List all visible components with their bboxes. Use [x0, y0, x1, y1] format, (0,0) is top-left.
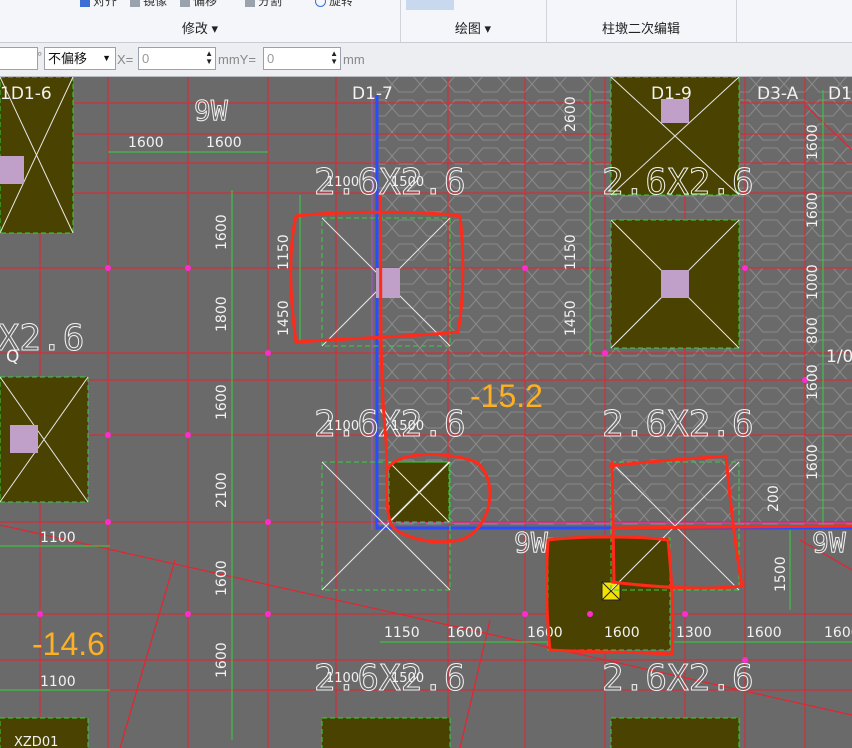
dim-text: 1450 — [276, 300, 292, 336]
pile-cap[interactable] — [610, 717, 740, 748]
dim-text: 1600 — [128, 135, 164, 151]
dim-text: 800 — [805, 317, 821, 344]
offset-mode-select[interactable]: 不偏移 ▼ — [44, 47, 116, 70]
modify-group-label[interactable]: 修改 ▾ — [0, 18, 400, 37]
dim-text: 1600 — [214, 560, 230, 596]
dim-text: 200 — [766, 485, 782, 512]
dim-text: 1600 — [805, 444, 821, 480]
dim-text: 1600 — [447, 625, 483, 641]
dim-text: 1600 — [214, 384, 230, 420]
angle-input[interactable] — [0, 47, 38, 70]
elevation-label: -15.2 — [470, 378, 543, 414]
dim-text: 1450 — [563, 300, 579, 336]
drawing-canvas[interactable]: 1D1-6 D1-7 D1-9 D3-A D1 2.6X2.6 2.6X2.6 … — [0, 77, 852, 748]
split-icon — [245, 0, 255, 7]
draw-group-label[interactable]: 绘图 ▾ — [400, 18, 546, 37]
mirror-icon — [130, 0, 140, 7]
dim-text: 2600 — [563, 96, 579, 132]
offset-mode-value: 不偏移 — [48, 51, 88, 66]
y-value: 0 — [267, 51, 275, 66]
y-input[interactable]: 0 ▲ ▼ — [263, 47, 341, 70]
dim-text: 1500 — [391, 671, 424, 686]
y-label: mmY= — [218, 52, 256, 67]
elevation-label: -14.6 — [32, 626, 105, 662]
x-value: 0 — [142, 51, 150, 66]
pile-cap[interactable] — [0, 376, 89, 503]
dim-text: 1600 — [527, 625, 563, 641]
pile-size-label: 2.6X2.6 — [602, 658, 754, 699]
cad-drawing[interactable]: 1D1-6 D1-7 D1-9 D3-A D1 2.6X2.6 2.6X2.6 … — [0, 77, 852, 748]
mark-label: 1/0 — [826, 347, 852, 367]
axis-label: D1 — [828, 84, 852, 104]
mark-label: XZD01 — [14, 735, 58, 748]
split-button[interactable]: 分割 — [245, 0, 282, 8]
dim-text: 1150 — [384, 625, 420, 641]
chevron-down-icon: ▼ — [102, 53, 111, 63]
dim-text: 1500 — [391, 175, 424, 190]
dim-text: 1300 — [676, 625, 712, 641]
dim-text: 1600 — [746, 625, 782, 641]
dim-text: 1500 — [773, 556, 789, 592]
dim-text: 1600 — [604, 625, 640, 641]
offset-button[interactable]: 偏移 — [180, 0, 217, 8]
align-icon — [80, 0, 90, 7]
dim-text: 1600 — [214, 214, 230, 250]
dim-text: 1100 — [326, 175, 359, 190]
axis-label: D1-7 — [352, 84, 393, 104]
mirror-button[interactable]: 镜像 — [130, 0, 167, 8]
dim-text: 1100 — [40, 530, 76, 546]
options-bar: ° 不偏移 ▼ X= 0 ▲ ▼ mmY= 0 ▲ ▼ mm — [0, 43, 852, 77]
mark-label: 9W — [514, 526, 548, 559]
y-spinner-icon[interactable]: ▲ ▼ — [330, 50, 338, 66]
dim-text: 1600 — [824, 625, 852, 641]
mark-label: 9W — [194, 94, 228, 127]
dim-text: 1600 — [206, 135, 242, 151]
x-spinner-icon[interactable]: ▲ ▼ — [205, 50, 213, 66]
axis-label: D3-A — [757, 84, 799, 104]
dim-text: 1600 — [805, 124, 821, 160]
align-button[interactable]: 对齐 — [80, 0, 117, 8]
dim-text: 1100 — [326, 671, 359, 686]
dim-text: 1600 — [805, 364, 821, 400]
offset-icon — [180, 0, 190, 7]
mark-label: 9W — [812, 526, 846, 559]
dim-text: 1500 — [391, 419, 424, 434]
dim-text: 1600 — [805, 192, 821, 228]
ribbon-toolbar: 对齐 镜像 偏移 分割 旋转 修改 ▾ 绘图 ▾ 柱墩二次编辑 — [0, 0, 852, 43]
mark-label: Q — [6, 347, 19, 367]
unit-label: mm — [343, 52, 365, 67]
x-input[interactable]: 0 ▲ ▼ — [138, 47, 216, 70]
pile-size-label: 2.6X2.6 — [602, 162, 754, 203]
rotate-button[interactable]: 旋转 — [315, 0, 353, 8]
dim-text: 1000 — [805, 264, 821, 300]
draw-group: 绘图 ▾ — [400, 0, 547, 42]
cap-edit-group-label: 柱墩二次编辑 — [601, 21, 680, 36]
draw-button-highlight[interactable] — [406, 0, 454, 10]
axis-label: D1-9 — [651, 84, 692, 104]
axis-label: 1D1-6 — [0, 84, 52, 104]
x-label: X= — [117, 52, 134, 67]
dim-text: 1100 — [326, 419, 359, 434]
dim-text: 1100 — [40, 674, 76, 690]
pile-size-label: 2.6X2.6 — [602, 404, 754, 445]
angle-unit-label: ° — [37, 49, 43, 64]
pile-cap[interactable] — [610, 219, 740, 349]
dim-text: 1600 — [214, 642, 230, 678]
dim-text: 1800 — [214, 296, 230, 332]
dim-text: 1150 — [563, 234, 579, 270]
dim-text: 2100 — [214, 472, 230, 508]
pile-cap[interactable] — [388, 461, 450, 523]
modify-group: 对齐 镜像 偏移 分割 旋转 修改 ▾ — [0, 0, 401, 42]
pile-cap[interactable] — [321, 717, 451, 748]
cap-edit-group: 柱墩二次编辑 — [546, 0, 737, 42]
rotate-icon — [315, 0, 326, 8]
